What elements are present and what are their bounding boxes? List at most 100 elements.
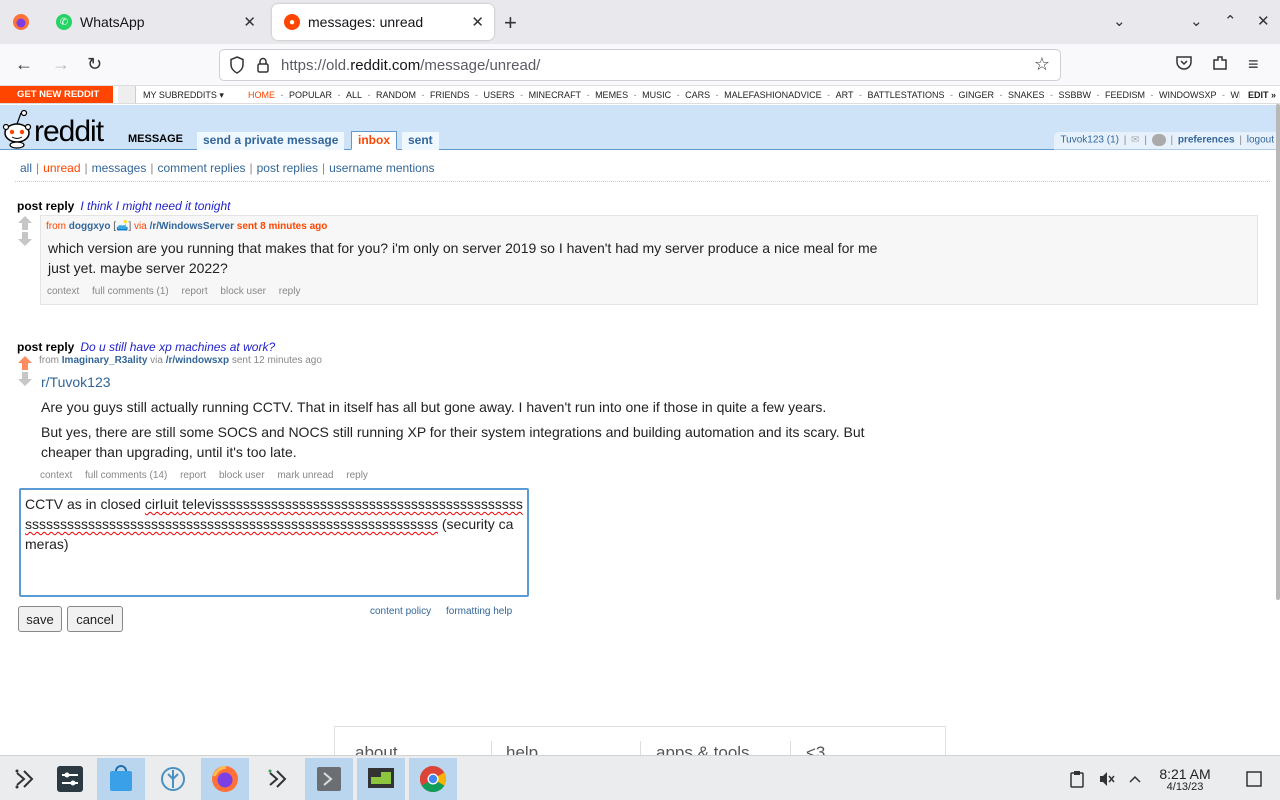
minimize-icon[interactable]: ⌄ xyxy=(1190,12,1203,30)
forward-icon[interactable]: → xyxy=(52,54,70,75)
chat-icon[interactable] xyxy=(1151,134,1166,146)
subreddit-link-minecraft[interactable]: MINECRAFT xyxy=(529,90,582,100)
reply-button[interactable]: reply xyxy=(346,470,368,481)
close-window-icon[interactable]: ✕ xyxy=(1257,12,1270,30)
reload-icon[interactable]: ↻ xyxy=(87,54,102,75)
subreddit-link-all[interactable]: ALL xyxy=(346,90,362,100)
reply-button[interactable]: reply xyxy=(279,286,301,297)
quoted-user-link[interactable]: r/Tuvok123 xyxy=(41,372,111,392)
get-new-reddit-button[interactable]: GET NEW REDDIT xyxy=(0,86,113,103)
subreddit-link-art[interactable]: ART xyxy=(836,90,854,100)
edit-subreddits-link[interactable]: EDIT » xyxy=(1239,86,1280,103)
filter-unread[interactable]: unread xyxy=(43,161,80,175)
full-comments-button[interactable]: full comments (14) xyxy=(85,470,167,481)
username-link[interactable]: Tuvok123 xyxy=(1060,135,1104,146)
discover-store-icon[interactable] xyxy=(97,758,145,800)
filter-username-mentions[interactable]: username mentions xyxy=(329,161,434,175)
vertical-scrollbar[interactable] xyxy=(1276,104,1280,600)
system-monitor-icon[interactable] xyxy=(357,758,405,800)
subreddit-link-friends[interactable]: FRIENDS xyxy=(430,90,470,100)
subreddit-link-popular[interactable]: POPULAR xyxy=(289,90,332,100)
chrome-icon[interactable] xyxy=(409,758,457,800)
subreddit-link-memes[interactable]: MEMES xyxy=(595,90,628,100)
report-button[interactable]: report xyxy=(182,286,208,297)
downvote-icon[interactable] xyxy=(17,232,33,246)
tab-inbox[interactable]: inbox xyxy=(351,131,397,150)
close-tab-icon[interactable]: ✕ xyxy=(471,13,484,31)
subreddit-link-random[interactable]: RANDOM xyxy=(376,90,416,100)
subreddit-link-users[interactable]: USERS xyxy=(484,90,515,100)
subreddit-link[interactable]: /r/WindowsServer xyxy=(150,221,234,232)
pencil-icon[interactable] xyxy=(118,86,136,103)
full-comments-button[interactable]: full comments (1) xyxy=(92,286,169,297)
pocket-icon[interactable] xyxy=(1175,54,1193,77)
upvote-icon[interactable] xyxy=(17,356,33,370)
report-button[interactable]: report xyxy=(180,470,206,481)
kde-connect-icon[interactable] xyxy=(253,758,301,800)
menu-icon[interactable]: ≡ xyxy=(1248,54,1259,75)
shield-icon[interactable] xyxy=(229,56,245,78)
new-tab-button[interactable]: + xyxy=(504,10,517,36)
subreddit-link-windowsxp[interactable]: WINDOWSXP xyxy=(1159,90,1217,100)
subreddit-link[interactable]: /r/windowsxp xyxy=(166,355,229,366)
context-button[interactable]: context xyxy=(40,470,72,481)
context-button[interactable]: context xyxy=(47,286,79,297)
logout-link[interactable]: logout xyxy=(1247,135,1274,146)
subreddit-link-battlestations[interactable]: BATTLESTATIONS xyxy=(867,90,944,100)
subreddit-link-ssbbw[interactable]: SSBBW xyxy=(1059,90,1092,100)
filter-all[interactable]: all xyxy=(20,161,32,175)
filter-messages[interactable]: messages xyxy=(92,161,147,175)
my-subreddits-dropdown[interactable]: MY SUBREDDITS ▾ xyxy=(143,90,224,101)
upvote-icon[interactable] xyxy=(17,216,33,230)
reply-textarea[interactable]: CCTV as in closed cirIuit televissssssss… xyxy=(19,488,529,597)
filter-comment-replies[interactable]: comment replies xyxy=(157,161,245,175)
post-title-link[interactable]: I think I might need it tonight xyxy=(80,199,230,213)
tab-whatsapp[interactable]: ✆ WhatsApp ✕ xyxy=(44,4,266,40)
close-tab-icon[interactable]: ✕ xyxy=(243,13,256,31)
save-button[interactable]: save xyxy=(18,606,62,632)
steam-deck-icon[interactable] xyxy=(149,758,197,800)
content-policy-link[interactable]: content policy xyxy=(370,606,431,617)
subreddit-link-ginger[interactable]: GINGER xyxy=(958,90,994,100)
block-user-button[interactable]: block user xyxy=(220,286,266,297)
subreddit-link-feedism[interactable]: FEEDISM xyxy=(1105,90,1145,100)
author-link[interactable]: Imaginary_R3ality xyxy=(62,355,148,366)
separator: - xyxy=(419,90,428,100)
downvote-icon[interactable] xyxy=(17,372,33,386)
maximize-icon[interactable]: ⌃ xyxy=(1224,12,1237,30)
via-label: via xyxy=(134,221,147,232)
subreddit-link-home[interactable]: HOME xyxy=(248,90,275,100)
mark-unread-button[interactable]: mark unread xyxy=(277,470,333,481)
tab-send-private-message[interactable]: send a private message xyxy=(197,132,345,150)
back-icon[interactable]: ← xyxy=(15,54,33,75)
bookmark-star-icon[interactable]: ☆ xyxy=(1034,54,1050,75)
firefox-icon[interactable] xyxy=(201,758,249,800)
tab-messages-unread[interactable]: ● messages: unread ✕ xyxy=(272,4,494,40)
post-title-link[interactable]: Do u still have xp machines at work? xyxy=(80,340,275,354)
cancel-button[interactable]: cancel xyxy=(67,606,123,632)
list-all-tabs-icon[interactable]: ⌄ xyxy=(1113,12,1126,30)
separator: - xyxy=(856,90,865,100)
preferences-link[interactable]: preferences xyxy=(1178,135,1235,146)
subreddit-link-cars[interactable]: CARS xyxy=(685,90,710,100)
formatting-help-link[interactable]: formatting help xyxy=(446,606,512,617)
subreddit-link-snakes[interactable]: SNAKES xyxy=(1008,90,1045,100)
tab-sent[interactable]: sent xyxy=(402,132,439,150)
url-bar[interactable]: https://old.reddit.com/message/unread/ ☆ xyxy=(219,49,1061,81)
show-desktop-icon[interactable] xyxy=(1230,758,1278,800)
subreddit-link-music[interactable]: MUSIC xyxy=(642,90,671,100)
clock[interactable]: 8:21 AM 4/13/23 xyxy=(1152,766,1218,793)
subreddit-link-malefashionadvice[interactable]: MALEFASHIONADVICE xyxy=(724,90,822,100)
filter-post-replies[interactable]: post replies xyxy=(257,161,318,175)
lock-icon[interactable] xyxy=(256,56,270,78)
terminal-icon[interactable] xyxy=(305,758,353,800)
reddit-alien-logo[interactable] xyxy=(2,105,36,154)
app-launcher-icon[interactable] xyxy=(0,758,48,800)
firefox-view-icon[interactable] xyxy=(6,7,36,37)
author-link[interactable]: doggxyo xyxy=(69,221,111,232)
settings-app-icon[interactable] xyxy=(46,758,94,800)
mail-icon[interactable]: ✉ xyxy=(1131,135,1139,146)
reddit-wordmark[interactable]: reddit xyxy=(34,115,104,149)
extensions-icon[interactable] xyxy=(1211,54,1229,77)
block-user-button[interactable]: block user xyxy=(219,470,265,481)
